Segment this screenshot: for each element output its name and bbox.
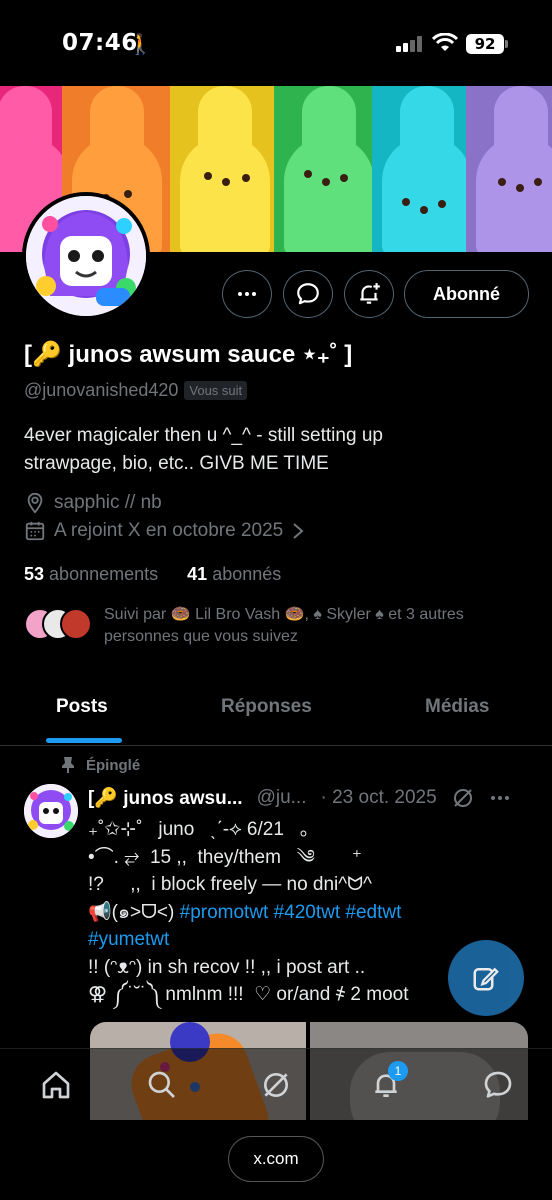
location-pin-icon xyxy=(27,492,43,514)
more-icon xyxy=(238,292,256,296)
profile-bio: 4ever magicaler then u ^_^ - still setti… xyxy=(24,422,524,478)
tab-replies[interactable]: Réponses xyxy=(221,696,312,718)
follow-counts: 53 abonnements 41 abonnés xyxy=(24,564,281,585)
post-line-prefix: 📢(๑˃ᗜ˂) xyxy=(88,901,175,923)
bell-plus-icon xyxy=(360,283,380,304)
message-bubble-icon xyxy=(297,283,319,305)
post-line: 📢(๑˃ᗜ˂) #promotwt #420twt #edtwt xyxy=(88,899,528,927)
post-author-avatar[interactable] xyxy=(24,784,78,838)
followers-label: abonnés xyxy=(212,564,282,584)
hashtag-links[interactable]: #promotwt #420twt #edtwt xyxy=(174,902,402,923)
profile-location: sapphic // nb xyxy=(54,492,162,513)
calendar-icon xyxy=(25,521,45,541)
avatar xyxy=(60,608,92,640)
status-bar: 07:46 🚶 92 xyxy=(0,0,552,86)
browser-bar: x.com xyxy=(0,1120,552,1200)
profile-tabs: Posts Réponses Médias xyxy=(0,680,552,746)
tab-media[interactable]: Médias xyxy=(425,696,489,718)
compose-button[interactable] xyxy=(448,940,524,1016)
more-options-button[interactable] xyxy=(222,270,272,318)
post-line: ₊˚✩⊹˚ juno ˎˊ-⟡ 6/21 。 xyxy=(88,819,319,840)
banner-peep-green xyxy=(274,86,384,252)
battery-tip xyxy=(505,40,508,48)
notify-button[interactable] xyxy=(344,270,394,318)
chevron-right-icon xyxy=(293,523,304,539)
post-date[interactable]: · 23 oct. 2025 xyxy=(320,787,436,809)
post-line: !? ,, i block freely — no dni^ᗢ^ xyxy=(88,874,372,895)
followers-count: 41 xyxy=(187,564,208,584)
followed-by-text: Suivi par 🍩 Lil Bro Vash 🍩, ♠ Skyler ♠ e… xyxy=(104,606,464,645)
post-author-name[interactable]: [🔑 junos awsu... xyxy=(88,786,243,810)
following-count: 53 xyxy=(24,564,45,584)
location-row: sapphic // nb xyxy=(24,492,162,514)
status-time: 07:46 xyxy=(62,30,138,56)
post-more-icon[interactable] xyxy=(489,787,511,809)
grok-icon[interactable] xyxy=(451,786,475,810)
profile-display-name: [🔑 junos awsum sauce ⋆₊˚ ] xyxy=(24,341,353,368)
notifications-badge: 1 xyxy=(388,1061,408,1081)
profile-avatar[interactable] xyxy=(22,192,150,320)
following-link[interactable]: 53 abonnements xyxy=(24,564,158,584)
grok-icon xyxy=(264,1073,288,1097)
profile-handle: @junovanished420 xyxy=(24,380,179,400)
pinned-label-row: Épinglé xyxy=(60,756,140,774)
banner-peep-purple xyxy=(466,86,552,252)
followed-by-row[interactable]: Suivi par 🍩 Lil Bro Vash 🍩, ♠ Skyler ♠ e… xyxy=(24,604,524,648)
active-tab-indicator xyxy=(46,738,122,743)
nav-messages[interactable] xyxy=(480,1067,516,1103)
bio-line: strawpage, bio, etc.. GIVB ME TIME xyxy=(24,453,329,474)
bottom-nav: 1 xyxy=(0,1048,552,1120)
nav-grok[interactable] xyxy=(258,1067,294,1103)
post-header: [🔑 junos awsu... @ju... · 23 oct. 2025 xyxy=(88,786,538,810)
mutual-avatars xyxy=(24,608,92,644)
following-button[interactable]: Abonné xyxy=(404,270,529,318)
message-button[interactable] xyxy=(283,270,333,318)
handle-row: @junovanished420 Vous suit xyxy=(24,380,248,401)
battery-indicator: 92 xyxy=(466,34,504,54)
post-line: •⌒. ⥂ 15 ,, they/them ༄ ⁺ xyxy=(88,846,362,868)
wifi-icon xyxy=(432,33,458,51)
following-label: abonnements xyxy=(49,564,159,584)
tab-posts[interactable]: Posts xyxy=(56,696,108,718)
bio-line: 4ever magicaler then u ^_^ - still setti… xyxy=(24,425,383,446)
followers-link[interactable]: 41 abonnés xyxy=(187,564,281,584)
pin-icon xyxy=(62,757,74,773)
banner-peep-yellow xyxy=(170,86,280,252)
pinned-label: Épinglé xyxy=(86,756,141,774)
profile-joined: A rejoint X en octobre 2025 xyxy=(54,520,284,541)
nav-search[interactable] xyxy=(144,1067,180,1103)
message-bubble-icon xyxy=(484,1071,512,1098)
url-pill[interactable]: x.com xyxy=(228,1136,324,1182)
compose-icon xyxy=(473,967,499,991)
signal-icon xyxy=(396,36,422,52)
joined-row[interactable]: A rejoint X en octobre 2025 xyxy=(24,520,305,542)
person-icon: 🚶 xyxy=(128,32,153,56)
post-author-handle[interactable]: @ju... xyxy=(257,787,307,809)
follows-you-badge: Vous suit xyxy=(184,381,248,400)
home-icon xyxy=(42,1071,70,1099)
search-icon xyxy=(148,1071,175,1098)
nav-home[interactable] xyxy=(38,1067,74,1103)
